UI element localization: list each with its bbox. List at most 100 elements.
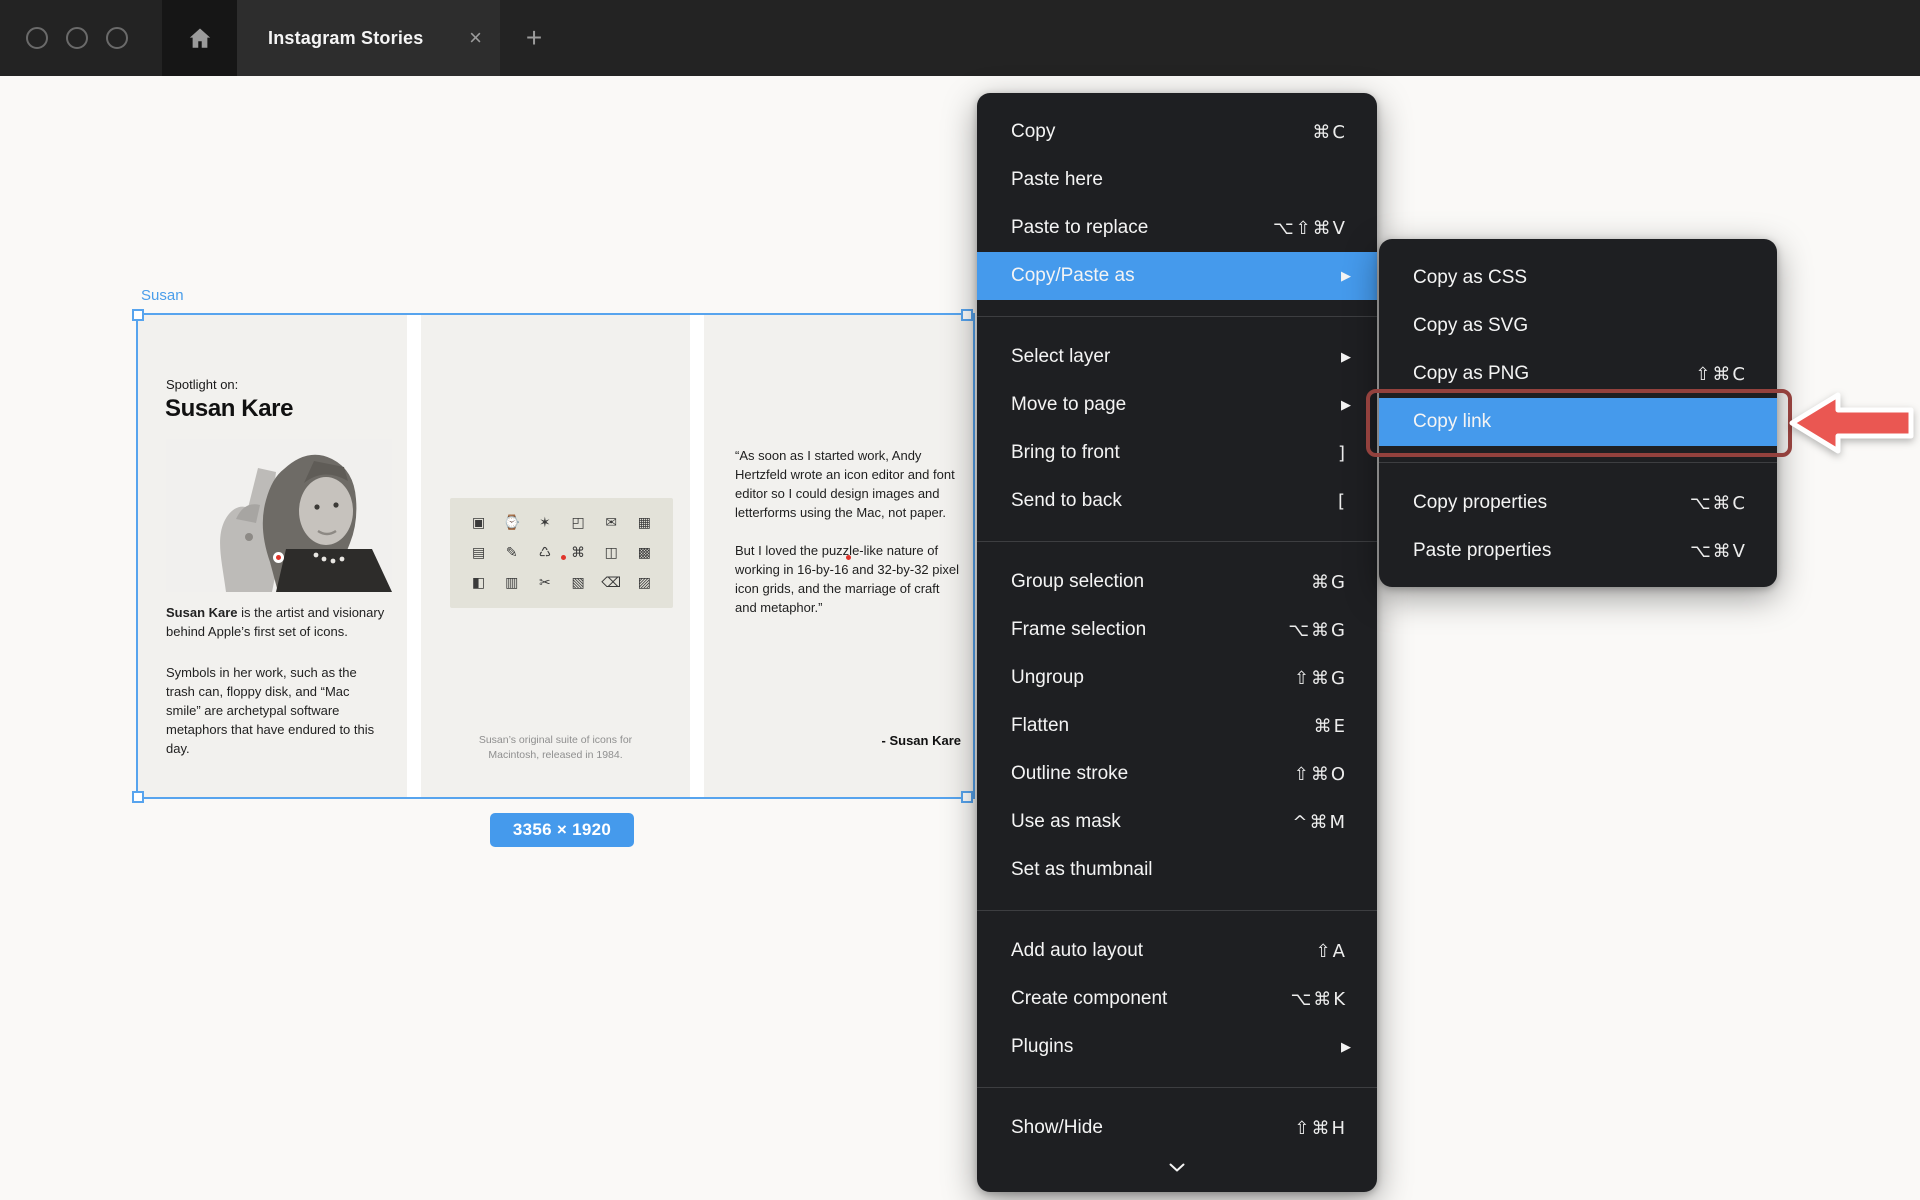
menu-item-label: Outline stroke [1011,763,1294,785]
menu-item-move-to-page[interactable]: Move to page▶ [977,381,1377,429]
menu-item-shortcut: [ [1338,491,1347,512]
menu-item-copy[interactable]: Copy⌘C [977,108,1377,156]
submenu-arrow-icon: ▶ [1341,1039,1351,1055]
mac-pixel-icon: ◰ [562,508,595,538]
menu-item-copy-as-css[interactable]: Copy as CSS [1379,254,1777,302]
menu-item-flatten[interactable]: Flatten⌘E [977,702,1377,750]
menu-item-outline-stroke[interactable]: Outline stroke⇧⌘O [977,750,1377,798]
menu-item-label: Flatten [1011,715,1314,737]
susan-kare-photo [166,439,392,592]
menu-item-plugins[interactable]: Plugins▶ [977,1023,1377,1071]
mac-pixel-icon: ⌚ [495,508,528,538]
menu-item-add-auto-layout[interactable]: Add auto layout⇧A [977,927,1377,975]
window-titlebar: Instagram Stories × + [0,0,1920,76]
spotlight-eyebrow: Spotlight on: [166,377,238,392]
menu-item-bring-to-front[interactable]: Bring to front] [977,429,1377,477]
menu-divider [1379,462,1777,463]
menu-item-label: Plugins [1011,1036,1341,1058]
menu-item-label: Select layer [1011,346,1341,368]
home-button[interactable] [162,0,237,76]
figma-app-window: Instagram Stories × + Susan Spotlight on… [0,0,1920,1200]
menu-item-shortcut: ⌘E [1314,716,1347,737]
menu-item-shortcut: ⌥⌘V [1690,541,1747,562]
menu-item-copy-link[interactable]: Copy link [1379,398,1777,446]
tab-title: Instagram Stories [268,28,423,49]
mac-pixel-icon: ✂ [528,568,561,598]
menu-item-label: Move to page [1011,394,1341,416]
story-panel-quote[interactable]: “As soon as I started work, Andy Hertzfe… [704,315,973,797]
menu-item-label: Copy as SVG [1413,315,1747,337]
story-panel-icons[interactable]: ▣⌚✶◰✉▦▤✎♺⌘◫▩◧▥✂▧⌫▨ Susan’s original suit… [421,315,690,797]
menu-item-label: Copy [1011,121,1312,143]
menu-item-label: Create component [1011,988,1290,1010]
menu-divider [977,1087,1377,1088]
menu-item-frame-selection[interactable]: Frame selection⌥⌘G [977,606,1377,654]
menu-item-label: Set as thumbnail [1011,859,1347,881]
menu-item-label: Copy properties [1413,492,1690,514]
menu-item-shortcut: ⇧⌘H [1294,1118,1347,1139]
selection-handle-bottom-right[interactable] [961,791,973,803]
menu-item-send-to-back[interactable]: Send to back[ [977,477,1377,525]
menu-item-show-hide[interactable]: Show/Hide⇧⌘H [977,1104,1377,1152]
menu-item-copy-as-png[interactable]: Copy as PNG⇧⌘C [1379,350,1777,398]
menu-item-use-as-mask[interactable]: Use as mask^⌘M [977,798,1377,846]
menu-item-select-layer[interactable]: Select layer▶ [977,333,1377,381]
menu-item-label: Paste properties [1413,540,1690,562]
mac-pixel-icon: ◧ [462,568,495,598]
menu-item-paste-properties[interactable]: Paste properties⌥⌘V [1379,527,1777,575]
menu-item-set-as-thumbnail[interactable]: Set as thumbnail [977,846,1377,894]
menu-item-label: Copy as PNG [1413,363,1695,385]
menu-item-copy-properties[interactable]: Copy properties⌥⌘C [1379,479,1777,527]
portrait-photo-placeholder [166,439,392,592]
new-tab-button[interactable]: + [514,0,554,76]
window-minimize-button[interactable] [66,27,88,49]
menu-item-label: Send to back [1011,490,1338,512]
quote-paragraph-2: But I loved the puzzle-like nature of wo… [735,541,964,617]
mac-pixel-icon: ◫ [595,538,628,568]
selection-handle-bottom-left[interactable] [132,791,144,803]
menu-item-create-component[interactable]: Create component⌥⌘K [977,975,1377,1023]
menu-item-paste-to-replace[interactable]: Paste to replace⌥⇧⌘V [977,204,1377,252]
spotlight-title: Susan Kare [165,395,293,423]
mac-pixel-icon: ▧ [562,568,595,598]
mac-pixel-icon: ▣ [462,508,495,538]
mac-pixel-icon: ✶ [528,508,561,538]
menu-item-label: Frame selection [1011,619,1288,641]
menu-item-label: Bring to front [1011,442,1338,464]
red-cursor-dot [561,555,566,560]
context-menu-list: Copy⌘CPaste herePaste to replace⌥⇧⌘VCopy… [977,108,1377,1152]
menu-item-shortcut: ⇧⌘C [1695,364,1747,385]
window-close-button[interactable] [26,27,48,49]
menu-item-label: Ungroup [1011,667,1294,689]
menu-item-copy-as-svg[interactable]: Copy as SVG [1379,302,1777,350]
bold-lead: Susan Kare [166,605,238,620]
menu-item-paste-here[interactable]: Paste here [977,156,1377,204]
frame-name-label[interactable]: Susan [141,287,184,304]
menu-scroll-chevron[interactable] [977,1154,1377,1180]
mac-pixel-icon: ▩ [628,538,661,568]
tab-close-icon[interactable]: × [463,0,488,76]
spotlight-paragraph-2: Symbols in her work, such as the trash c… [166,663,386,758]
tab-instagram-stories[interactable]: Instagram Stories × [237,0,500,76]
menu-item-shortcut: ⌘C [1312,122,1347,143]
context-menu: Copy⌘CPaste herePaste to replace⌥⇧⌘VCopy… [977,93,1377,1192]
selection-handle-top-right[interactable] [961,309,973,321]
submenu-arrow-icon: ▶ [1341,268,1351,284]
menu-item-group-selection[interactable]: Group selection⌘G [977,558,1377,606]
menu-item-copy-paste-as[interactable]: Copy/Paste as▶ [977,252,1377,300]
menu-item-label: Use as mask [1011,811,1292,833]
window-zoom-button[interactable] [106,27,128,49]
story-panel-spotlight[interactable]: Spotlight on: Susan Kare [138,315,407,797]
menu-item-shortcut: ⇧⌘O [1294,764,1347,785]
home-icon [187,25,213,51]
mac-pixel-icon: ⌘ [562,538,595,568]
menu-item-label: Copy/Paste as [1011,265,1341,287]
menu-item-label: Copy as CSS [1413,267,1747,289]
mac-pixel-icon: ▥ [495,568,528,598]
selection-handle-top-left[interactable] [132,309,144,321]
menu-item-ungroup[interactable]: Ungroup⇧⌘G [977,654,1377,702]
mac-pixel-icon: ▨ [628,568,661,598]
mac-pixel-icon: ✉ [595,508,628,538]
mac-icon-grid: ▣⌚✶◰✉▦▤✎♺⌘◫▩◧▥✂▧⌫▨ [450,498,673,608]
chevron-down-icon [1169,1163,1185,1172]
